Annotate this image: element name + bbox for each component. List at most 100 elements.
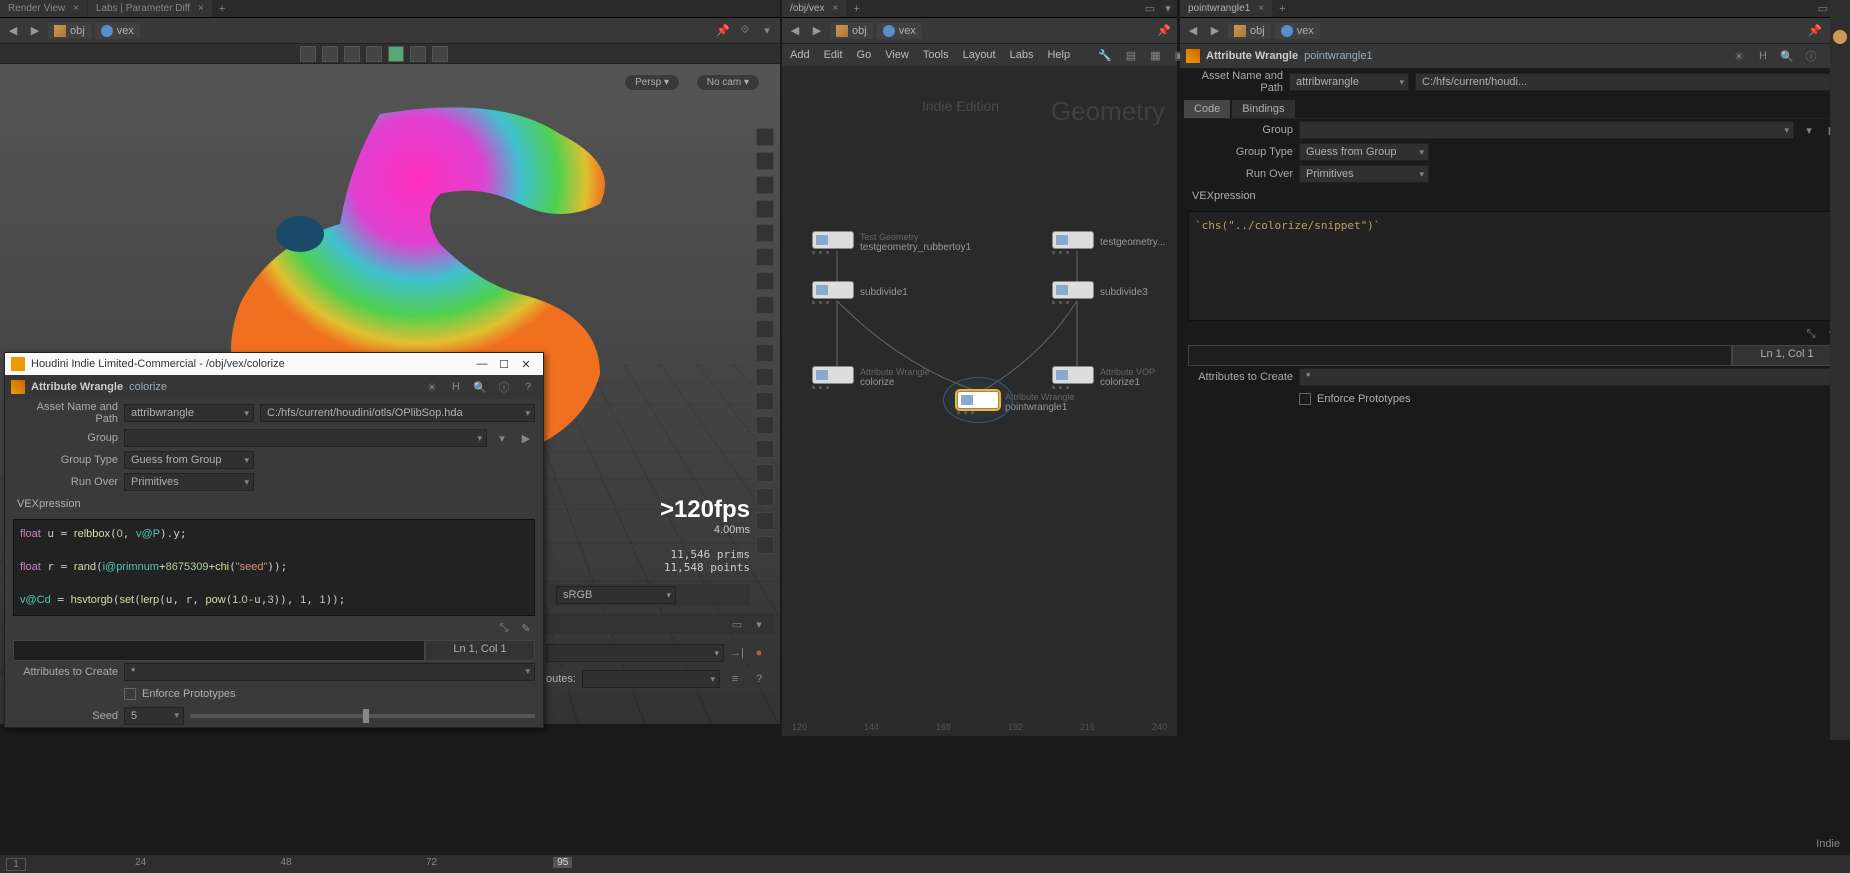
group-input[interactable]	[124, 429, 487, 447]
add-tab-button[interactable]: +	[847, 3, 865, 15]
panel-menu-icon[interactable]: ▾	[750, 615, 768, 633]
record-icon[interactable]: ●	[750, 644, 768, 662]
crumb-vex[interactable]: vex	[877, 23, 922, 39]
colorspace-dropdown[interactable]: sRGB	[556, 586, 676, 604]
goto-line-input[interactable]	[1188, 345, 1732, 366]
subtab-bindings[interactable]: Bindings	[1232, 100, 1294, 118]
seed-input[interactable]: 5	[124, 707, 184, 725]
asset-path-dropdown[interactable]: C:/hfs/current/houdi...	[1415, 73, 1842, 91]
link-icon[interactable]: ⟐	[736, 22, 754, 40]
tool-active-icon[interactable]	[388, 46, 404, 62]
shelf-icon[interactable]	[756, 152, 774, 170]
crumb-vex[interactable]: vex	[1275, 23, 1320, 39]
window-titlebar[interactable]: Houdini Indie Limited-Commercial - /obj/…	[5, 353, 543, 375]
enforce-checkbox[interactable]	[124, 688, 136, 700]
shelf-icon[interactable]	[756, 536, 774, 554]
shelf-icon[interactable]	[756, 440, 774, 458]
search-icon[interactable]: 🔍	[471, 378, 489, 396]
tool-frame-icon[interactable]	[432, 46, 448, 62]
group-input[interactable]	[1299, 121, 1794, 139]
node-colorize1[interactable]: Attribute VOPcolorize1	[1052, 366, 1155, 389]
opname-field[interactable]: colorize	[129, 381, 167, 393]
tab-pointwrangle[interactable]: pointwrangle1×	[1180, 0, 1272, 17]
shelf-icon[interactable]	[756, 464, 774, 482]
add-tab-button[interactable]: +	[1273, 3, 1291, 15]
group-select-icon[interactable]: ▶	[517, 429, 535, 447]
close-button[interactable]: ✕	[515, 358, 537, 371]
node-subdivide1[interactable]: subdivide1	[812, 281, 908, 304]
menu-view[interactable]: View	[885, 49, 909, 61]
tool-move-icon[interactable]	[322, 46, 338, 62]
close-icon[interactable]: ×	[1258, 3, 1264, 14]
back-icon[interactable]: ◀	[786, 22, 804, 40]
help-icon[interactable]: ?	[750, 670, 768, 688]
node-colorize[interactable]: Attribute Wranglecolorize	[812, 366, 929, 389]
tool-grid-icon[interactable]	[410, 46, 426, 62]
tab-parameter-diff[interactable]: Labs | Parameter Diff×	[88, 0, 212, 17]
gear-icon[interactable]: ✳	[423, 378, 441, 396]
tool-select-icon[interactable]	[300, 46, 316, 62]
pin-icon[interactable]: 📌	[1806, 22, 1824, 40]
vex-code-editor[interactable]: float u = relbbox(0, v@P).y; float r = r…	[13, 519, 535, 616]
menu-go[interactable]: Go	[857, 49, 872, 61]
attrs-input[interactable]: *	[1299, 368, 1842, 386]
fwd-icon[interactable]: ▶	[26, 22, 44, 40]
menu-labs[interactable]: Labs	[1010, 49, 1034, 61]
external-icon[interactable]: ✎	[517, 620, 535, 638]
node-pointwrangle1[interactable]: Attribute Wranglepointwrangle1	[957, 391, 1074, 414]
subtab-code[interactable]: Code	[1184, 100, 1230, 118]
shelf-icon[interactable]	[756, 320, 774, 338]
enforce-checkbox[interactable]	[1299, 393, 1311, 405]
close-icon[interactable]: ×	[73, 3, 79, 14]
crumb-vex[interactable]: vex	[95, 23, 140, 39]
back-icon[interactable]: ◀	[4, 22, 22, 40]
menu-tools[interactable]: Tools	[923, 49, 949, 61]
shelf-icon[interactable]	[756, 248, 774, 266]
seed-slider[interactable]	[190, 714, 535, 718]
shelf-icon[interactable]	[756, 344, 774, 362]
minimize-button[interactable]: —	[471, 358, 493, 370]
houdini-h-icon[interactable]: H	[1754, 47, 1772, 65]
asset-name-dropdown[interactable]: attribwrangle	[1289, 73, 1409, 91]
grouptype-dropdown[interactable]: Guess from Group	[124, 451, 254, 469]
tool-scale-icon[interactable]	[366, 46, 382, 62]
runover-dropdown[interactable]: Primitives	[124, 473, 254, 491]
group-menu-icon[interactable]: ▾	[493, 429, 511, 447]
outes-dropdown[interactable]	[582, 670, 720, 688]
shelf-icon[interactable]	[756, 200, 774, 218]
shelf-icon[interactable]	[756, 128, 774, 146]
tool-rotate-icon[interactable]	[344, 46, 360, 62]
list-icon[interactable]: ▤	[1126, 46, 1136, 64]
maximize-button[interactable]: ☐	[493, 358, 515, 371]
expand-icon[interactable]: ⤡	[495, 620, 513, 638]
tree-icon[interactable]: ▦	[1150, 46, 1160, 64]
pin-icon[interactable]: →|	[728, 644, 746, 662]
frame-start[interactable]: 1	[6, 858, 26, 871]
asset-name-dropdown[interactable]: attribwrangle	[124, 404, 254, 422]
shelf-icon[interactable]	[1833, 30, 1847, 44]
camera-persp-dropdown[interactable]: Persp ▾	[624, 74, 680, 91]
search-icon[interactable]: 🔍	[1778, 47, 1796, 65]
shelf-icon[interactable]	[756, 176, 774, 194]
crumb-obj[interactable]: obj	[830, 23, 873, 39]
fwd-icon[interactable]: ▶	[808, 22, 826, 40]
close-icon[interactable]: ×	[198, 3, 204, 14]
shelf-icon[interactable]	[756, 392, 774, 410]
list-icon[interactable]: ≡	[726, 670, 744, 688]
goto-line-input[interactable]	[13, 640, 425, 661]
wrench-icon[interactable]: 🔧	[1098, 46, 1112, 64]
menu-edit[interactable]: Edit	[824, 49, 843, 61]
shelf-icon[interactable]	[756, 296, 774, 314]
node-testgeometry_rubbertoy1[interactable]: Test Geometrytestgeometry_rubbertoy1	[812, 231, 971, 254]
fwd-icon[interactable]: ▶	[1206, 22, 1224, 40]
node-subdivide3[interactable]: subdivide3	[1052, 281, 1148, 304]
playhead[interactable]: 95	[553, 857, 572, 868]
network-canvas[interactable]: Geometry Indie Edition Test Geometrytest…	[782, 66, 1177, 736]
shelf-icon[interactable]	[756, 512, 774, 530]
tab-render-view[interactable]: Render View×	[0, 0, 87, 17]
attrs-input[interactable]: *	[124, 663, 535, 681]
menu-icon[interactable]: ▾	[758, 22, 776, 40]
tab-network-path[interactable]: /obj/vex×	[782, 0, 846, 17]
grouptype-dropdown[interactable]: Guess from Group	[1299, 143, 1429, 161]
panel-split-icon[interactable]: ▭	[1141, 0, 1159, 18]
